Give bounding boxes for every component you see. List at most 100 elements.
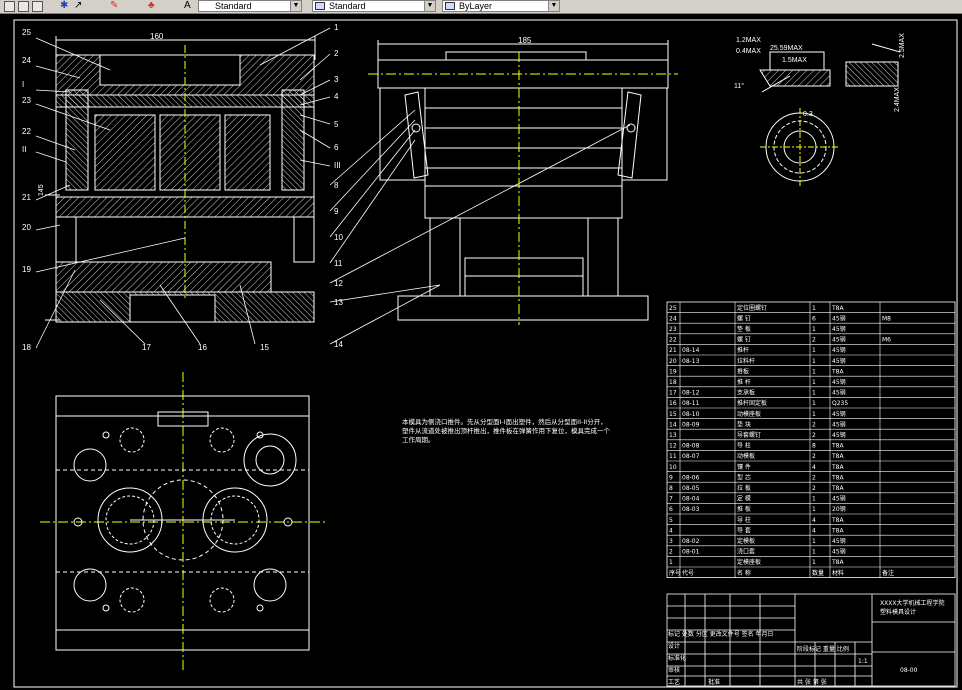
bom-cell: 定 模 — [737, 495, 751, 503]
bom-cell: 导套螺钉 — [737, 431, 761, 439]
bom-cell: 45钢 — [832, 314, 846, 322]
bom-cell: 08-12 — [682, 390, 700, 397]
bom-cell: 16 — [669, 400, 677, 407]
callout-label: 10 — [334, 233, 343, 242]
bom-cell: 45钢 — [832, 410, 846, 418]
bom-cell: 浇口套 — [737, 548, 755, 556]
drawing-canvas[interactable]: 160 145 25 24 I 23 22 II 21 20 19 18 17 … — [0, 14, 962, 690]
bom-cell: 21 — [669, 347, 677, 354]
detail-views — [759, 43, 901, 186]
bom-cell: 1 — [812, 559, 816, 566]
bom-cell: 08-05 — [682, 485, 700, 492]
callout-label: 3 — [334, 75, 339, 84]
bom-cell: 45钢 — [832, 495, 846, 503]
bom-cell: 23 — [669, 326, 677, 333]
bom-cell: 2 — [812, 453, 816, 460]
bom-cell: 动模座板 — [737, 410, 761, 418]
bom-cell: 推杆 — [737, 346, 749, 354]
callout-label: 25 — [22, 28, 31, 37]
match-icon[interactable]: ♣ — [148, 1, 159, 12]
dim-145: 145 — [38, 184, 45, 196]
callout-label: 24 — [22, 56, 31, 65]
new-icon[interactable] — [4, 1, 15, 12]
bom-header-cell: 备注 — [882, 569, 894, 577]
bom-header-cell: 名 称 — [737, 569, 751, 577]
bom-cell: 2 — [669, 549, 673, 556]
open-icon[interactable] — [18, 1, 29, 12]
dim-style-combo[interactable]: Standard ▼ — [312, 0, 436, 12]
bom-cell: 8 — [812, 443, 816, 450]
callout-label: 18 — [22, 343, 31, 352]
layer-value: ByLayer — [459, 1, 493, 11]
bom-cell: 支承板 — [737, 389, 755, 397]
zoom-icon[interactable]: ↗ — [74, 1, 85, 12]
bom-cell: 9 — [669, 474, 673, 481]
callout-label: I — [22, 80, 24, 89]
technical-notes-text: 本模具为侧浇口推件。先从分型面I-I面出塑件，然后从分型面II-II分开，塑件从… — [402, 418, 610, 444]
bom-cell: 08-07 — [682, 453, 700, 460]
bom-cell: 推 杆 — [737, 378, 751, 386]
save-icon[interactable] — [32, 1, 43, 12]
cad-toolbar: ✱ ↗ ✎ ♣ A Standard ▼ Standard ▼ ByLayer ▼ — [0, 0, 962, 14]
callout-label: 1 — [334, 23, 339, 32]
bom-cell: T8A — [831, 464, 844, 471]
callout-label: 2 — [334, 49, 339, 58]
bom-cell: T8A — [831, 485, 844, 492]
layer-combo[interactable]: ByLayer ▼ — [442, 0, 560, 12]
text-style-combo[interactable]: Standard ▼ — [198, 0, 302, 12]
bom-cell: T8A — [831, 559, 844, 566]
bom-cell: 2 — [812, 474, 816, 481]
bom-cell: 2 — [812, 485, 816, 492]
title-process: 工艺 — [668, 678, 680, 686]
pan-icon[interactable]: ✱ — [60, 1, 71, 12]
bom-cell: M8 — [882, 315, 891, 322]
callout-label: 20 — [22, 223, 31, 232]
chevron-down-icon[interactable]: ▼ — [548, 1, 559, 11]
bom-cell: 螺 钉 — [737, 314, 751, 322]
bom-cell: 08-01 — [682, 549, 700, 556]
chevron-down-icon[interactable]: ▼ — [290, 1, 301, 11]
bom-cell: 导 柱 — [737, 442, 751, 450]
bom-cell: 垫 板 — [737, 325, 751, 333]
callout-label: 9 — [334, 207, 339, 216]
bom-cell: 垫 块 — [737, 420, 751, 428]
paint-icon[interactable]: ✎ — [110, 1, 121, 12]
bom-cell: 定模板 — [737, 537, 755, 545]
bom-cell: 45钢 — [832, 537, 846, 545]
bom-cell: 45钢 — [832, 548, 846, 556]
bom-cell: 08-04 — [682, 496, 700, 503]
bom-cell: 24 — [669, 315, 677, 322]
callout-label: 13 — [334, 298, 343, 307]
chevron-down-icon[interactable]: ▼ — [424, 1, 435, 11]
bom-cell: 1 — [812, 390, 816, 397]
title-school: XXXX大学机械工程学院 — [880, 599, 944, 607]
bom-cell: T8A — [831, 517, 844, 524]
bom-cell: 3 — [669, 538, 673, 545]
bom-cell: 导 柱 — [737, 516, 751, 524]
plan-view — [40, 372, 325, 672]
drawing-svg: 160 145 25 24 I 23 22 II 21 20 19 18 17 … — [13, 19, 958, 688]
callout-label: 15 — [260, 343, 269, 352]
right-callout-labels: 1 2 3 4 5 6 III 8 9 10 11 12 13 14 — [334, 23, 343, 349]
bom-cell: 17 — [669, 390, 677, 397]
bom-cell: 1 — [812, 538, 816, 545]
bom-cell: 8 — [669, 485, 673, 492]
bom-cell: 08-06 — [682, 474, 700, 481]
detail-label: 25.59MAX — [770, 45, 803, 52]
bom-cell: 22 — [669, 337, 677, 344]
bom-cell: 1 — [812, 379, 816, 386]
bom-cell: 2 — [812, 337, 816, 344]
bom-cell: 1 — [812, 347, 816, 354]
callout-label: 17 — [142, 343, 151, 352]
text-style-icon[interactable]: A — [184, 1, 195, 12]
bom-cell: 拉料杆 — [737, 357, 755, 365]
bom-cell: 08-02 — [682, 538, 700, 545]
bom-cell: 1 — [669, 559, 673, 566]
bom-cell: 20 — [669, 358, 677, 365]
bom-cell: 08-11 — [682, 400, 700, 407]
bom-cell: 45钢 — [832, 357, 846, 365]
bom-cell: 08-10 — [682, 411, 700, 418]
bom-cell: 45钢 — [832, 346, 846, 354]
callout-label: 22 — [22, 127, 31, 136]
bom-cell: 4 — [812, 464, 816, 471]
